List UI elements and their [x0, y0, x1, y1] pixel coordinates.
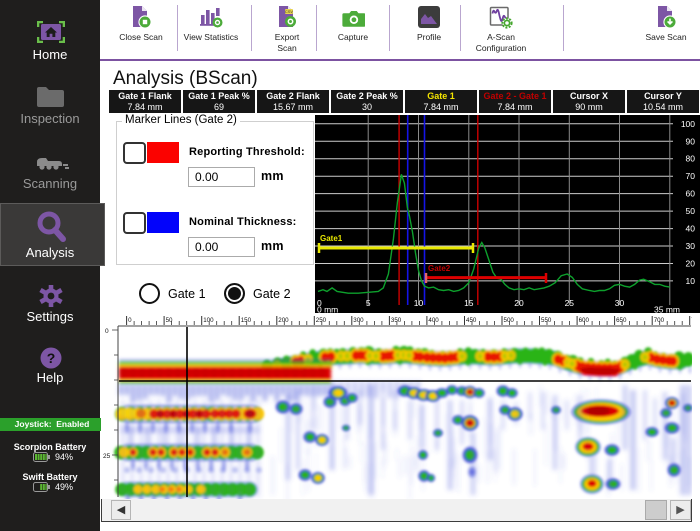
svg-text:0 mm: 0 mm: [317, 305, 338, 314]
svg-text:150: 150: [241, 317, 252, 324]
svg-text:650: 650: [616, 317, 627, 324]
svg-text:25: 25: [103, 453, 111, 460]
svg-text:500: 500: [504, 317, 515, 324]
svg-text:350: 350: [391, 317, 402, 324]
svg-text:Gate2: Gate2: [428, 264, 451, 273]
svg-text:15: 15: [464, 298, 474, 308]
svg-text:35 mm: 35 mm: [654, 305, 680, 314]
svg-text:90: 90: [686, 136, 696, 146]
svg-text:25: 25: [565, 298, 575, 308]
svg-text:100: 100: [681, 119, 695, 129]
svg-text:100: 100: [203, 317, 214, 324]
svg-text:20: 20: [514, 298, 524, 308]
svg-text:80: 80: [686, 154, 696, 164]
svg-text:600: 600: [579, 317, 590, 324]
svg-text:?: ?: [47, 350, 56, 366]
svg-text:750: 750: [691, 317, 692, 324]
svg-text:450: 450: [466, 317, 477, 324]
svg-text:Gate1: Gate1: [320, 234, 343, 243]
svg-text:CSV: CSV: [285, 9, 294, 14]
svg-text:10: 10: [686, 276, 696, 286]
svg-text:250: 250: [316, 317, 327, 324]
svg-text:700: 700: [654, 317, 665, 324]
svg-text:50: 50: [686, 206, 696, 216]
svg-text:60: 60: [686, 189, 696, 199]
svg-text:550: 550: [541, 317, 552, 324]
svg-text:40: 40: [686, 224, 696, 234]
svg-text:5: 5: [366, 298, 371, 308]
svg-text:70: 70: [686, 171, 696, 181]
svg-text:300: 300: [353, 317, 364, 324]
svg-text:0: 0: [105, 328, 109, 335]
svg-text:30: 30: [686, 241, 696, 251]
svg-text:400: 400: [428, 317, 439, 324]
svg-text:20: 20: [686, 259, 696, 269]
svg-text:200: 200: [278, 317, 289, 324]
svg-text:30: 30: [615, 298, 625, 308]
svg-text:10: 10: [414, 298, 424, 308]
svg-text:0: 0: [128, 317, 132, 324]
